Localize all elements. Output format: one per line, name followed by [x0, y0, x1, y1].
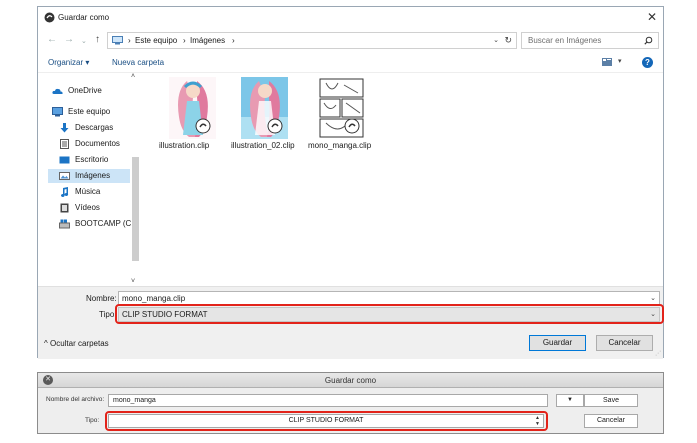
video-icon	[60, 203, 69, 213]
resize-grip-icon[interactable]: ⋰	[655, 350, 661, 357]
file-name: mono_manga.clip	[308, 141, 372, 150]
view-dropdown-icon[interactable]: ▾	[618, 57, 622, 65]
sidebar-item-este-equipo[interactable]: Este equipo	[52, 105, 132, 119]
file-item[interactable]: illustration_02.clip	[231, 77, 307, 165]
help-icon[interactable]: ?	[642, 57, 653, 68]
scroll-down-icon[interactable]: ˅	[131, 278, 135, 285]
save-button[interactable]: Guardar	[529, 335, 586, 351]
cancel-button[interactable]: Cancelar	[584, 414, 638, 428]
computer-icon	[52, 107, 63, 117]
clip-studio-app-icon	[44, 12, 55, 23]
save-as-dialog-mac: ✕ Guardar como Nombre del archivo: mono_…	[37, 372, 664, 434]
file-item[interactable]: illustration.clip	[159, 77, 235, 165]
sidebar-item-descargas[interactable]: Descargas	[59, 121, 139, 135]
cancel-button[interactable]: Cancelar	[596, 335, 653, 351]
back-arrow-icon[interactable]: ←	[47, 34, 57, 46]
pc-icon	[112, 36, 123, 45]
file-thumbnail-illustration-02	[241, 77, 288, 139]
file-type-label: Tipo:	[85, 417, 100, 424]
pictures-icon	[59, 172, 70, 180]
sidebar-item-imagenes[interactable]: Imágenes	[48, 169, 130, 183]
file-name: illustration_02.clip	[231, 141, 295, 150]
breadcrumb-separator: ›	[128, 36, 131, 45]
file-type-label: Tipo:	[99, 310, 117, 319]
download-icon	[60, 123, 69, 133]
breadcrumb-separator[interactable]: ›	[232, 36, 235, 45]
recent-locations-chevron-icon[interactable]: ⌄	[81, 36, 87, 48]
breadcrumb-imagenes[interactable]: Imágenes	[190, 36, 225, 45]
navigation-pane: OneDrive Este equipo Descargas Documento…	[38, 73, 141, 286]
navigation-bar: ← → ⌄ ↑ › Este equipo › Imágenes › ⌄ ↻ B…	[38, 29, 663, 53]
address-dropdown-icon[interactable]: ⌄	[493, 36, 499, 44]
search-input[interactable]: Buscar en Imágenes	[521, 32, 659, 49]
sidebar-item-bootcamp[interactable]: BOOTCAMP (C:)	[59, 217, 139, 231]
sidebar-item-onedrive[interactable]: OneDrive	[52, 84, 132, 98]
close-icon[interactable]: ✕	[647, 10, 657, 24]
dialog-title: Guardar como	[324, 376, 377, 385]
view-options-icon[interactable]	[602, 58, 612, 66]
cloud-icon	[52, 88, 63, 94]
music-icon	[60, 187, 69, 197]
title-bar: Guardar como ✕	[38, 7, 663, 29]
file-name-input[interactable]: mono_manga	[108, 394, 548, 407]
forward-arrow-icon[interactable]: →	[64, 34, 74, 46]
organize-menu-button[interactable]: Organizar ▾	[48, 58, 89, 67]
sidebar-item-musica[interactable]: Música	[59, 185, 139, 199]
sidebar-item-escritorio[interactable]: Escritorio	[59, 153, 139, 167]
sidebar-item-documentos[interactable]: Documentos	[59, 137, 139, 151]
file-name-value: mono_manga.clip	[122, 294, 186, 303]
breadcrumb-separator[interactable]: ›	[183, 36, 186, 45]
command-bar: Organizar ▾ Nueva carpeta ▾ ?	[38, 53, 663, 73]
drive-icon	[59, 219, 70, 229]
hide-folders-button[interactable]: ^ Ocultar carpetas	[44, 339, 109, 348]
save-as-dialog-windows: Guardar como ✕ ← → ⌄ ↑ › Este equipo › I…	[37, 6, 664, 359]
refresh-icon[interactable]: ↻	[504, 35, 512, 46]
dialog-title: Guardar como	[58, 13, 110, 22]
search-icon	[644, 36, 653, 45]
breadcrumb-este-equipo[interactable]: Este equipo	[135, 36, 177, 45]
title-bar: ✕ Guardar como	[38, 373, 663, 388]
file-thumbnail-mono-manga	[318, 77, 365, 139]
file-name-label: Nombre:	[86, 294, 117, 303]
document-icon	[60, 139, 69, 149]
expand-dropdown-button[interactable]: ▼	[556, 394, 584, 407]
address-bar[interactable]: › Este equipo › Imágenes › ⌄ ↻	[107, 32, 517, 49]
file-item[interactable]: mono_manga.clip	[308, 77, 384, 165]
file-name: illustration.clip	[159, 141, 210, 150]
search-placeholder: Buscar en Imágenes	[528, 36, 602, 45]
up-arrow-icon[interactable]: ↑	[95, 34, 100, 46]
sidebar-item-videos[interactable]: Vídeos	[59, 201, 139, 215]
navigation-pane-scrollbar[interactable]: ˄ ˅	[130, 73, 141, 286]
desktop-icon	[59, 156, 70, 164]
scrollbar-thumb[interactable]	[132, 157, 139, 261]
file-thumbnail-illustration	[169, 77, 216, 139]
save-button[interactable]: Save	[584, 394, 638, 407]
file-type-highlight	[105, 411, 548, 431]
file-name-label: Nombre del archivo:	[46, 396, 105, 403]
file-type-highlight	[115, 304, 664, 324]
scroll-up-icon[interactable]: ˄	[131, 73, 135, 80]
new-folder-button[interactable]: Nueva carpeta	[112, 58, 164, 67]
